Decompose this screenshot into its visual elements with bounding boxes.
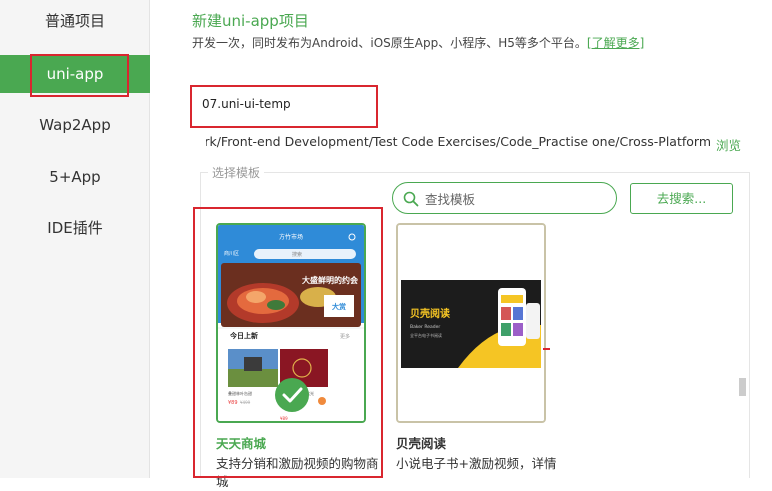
mall-price1-old: ¥499 xyxy=(240,400,251,405)
mall-app-title: 方竹市场 xyxy=(279,233,303,241)
mall-location: 商川区 xyxy=(224,250,239,257)
sidebar-item-normal-project[interactable]: 普通项目 xyxy=(0,2,150,40)
template-section-label: 选择模板 xyxy=(208,164,265,181)
reader-brand: 贝壳阅读 xyxy=(410,307,450,320)
mall-price2: ¥89 xyxy=(280,416,288,421)
project-type-sidebar: 普通项目 uni-app Wap2App 5+App IDE插件 xyxy=(0,0,150,478)
template-search-input[interactable] xyxy=(425,189,605,209)
sidebar-item-ide-plugin[interactable]: IDE插件 xyxy=(0,209,150,247)
go-search-button[interactable]: 去搜索... xyxy=(630,183,733,214)
sidebar-item-uni-app[interactable]: uni-app xyxy=(0,55,150,93)
mall-small-badge: 大赏 xyxy=(332,302,346,311)
learn-more-link[interactable]: [了解更多] xyxy=(587,36,644,50)
selected-check-icon xyxy=(275,378,309,412)
mall-section-title: 今日上新 xyxy=(229,331,258,340)
reader-tagline: 全平台电子书阅读 xyxy=(410,332,442,338)
project-name-input[interactable] xyxy=(202,92,372,116)
template-card-mall[interactable]: 方竹市场 商川区 搜索 大盛鲜明的约会 大赏 今日上新 更多 叠甜林叶缶甜 夏闲… xyxy=(216,223,366,423)
page-description: 开发一次，同时发布为Android、iOS原生App、小程序、H5等多个平台。[… xyxy=(192,34,644,51)
scrollbar-thumb[interactable] xyxy=(739,378,746,396)
template-search-box[interactable] xyxy=(392,182,617,214)
template-title-reader: 贝壳阅读 xyxy=(396,436,447,451)
sidebar-item-5plus-app[interactable]: 5+App xyxy=(0,158,150,196)
reader-brand-en: Baker Reader xyxy=(410,324,440,330)
mall-price1: ¥89 xyxy=(228,400,238,406)
template-title-mall: 天天商城 xyxy=(216,436,267,451)
project-path-field[interactable]: work/Front-end Development/Test Code Exe… xyxy=(206,134,711,156)
template-desc-reader: 小说电子书+激励视频，详情 xyxy=(396,456,557,471)
reader-preview-image: 贝壳阅读 Baker Reader 全平台电子书阅读 xyxy=(398,225,544,421)
search-icon xyxy=(403,191,419,207)
browse-button[interactable]: 浏览 xyxy=(716,135,741,154)
page-title: 新建uni-app项目 xyxy=(192,12,309,30)
mall-banner-text: 大盛鲜明的约会 xyxy=(302,275,358,285)
description-text: 开发一次，同时发布为Android、iOS原生App、小程序、H5等多个平台。 xyxy=(192,36,587,50)
mall-item1-label: 叠甜林叶缶甜 xyxy=(228,390,252,396)
project-path-text: work/Front-end Development/Test Code Exe… xyxy=(206,134,711,149)
mall-search-text: 搜索 xyxy=(292,251,302,258)
mall-more: 更多 xyxy=(340,333,350,340)
sidebar-item-wap2app[interactable]: Wap2App xyxy=(0,106,150,144)
red-marker xyxy=(543,348,550,350)
template-card-reader[interactable]: 贝壳阅读 Baker Reader 全平台电子书阅读 xyxy=(396,223,546,423)
template-desc-mall: 支持分销和激励视频的购物商城 xyxy=(216,456,379,489)
